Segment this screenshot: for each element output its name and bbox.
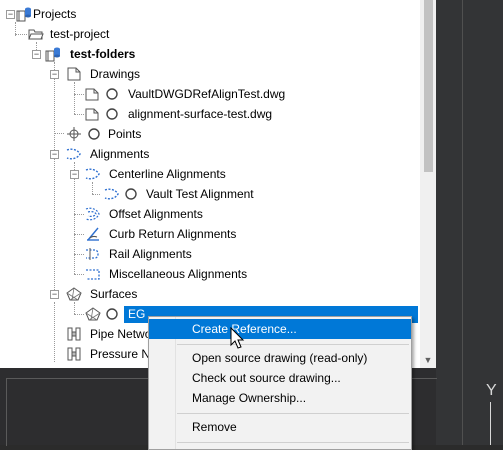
menu-item-remove[interactable]: Remove: [149, 417, 411, 437]
surface-icon: [66, 286, 82, 302]
tree-node-label: Pressure Ne: [90, 347, 157, 361]
tree-node-projects[interactable]: − Projects: [0, 5, 200, 23]
curb-return-icon: [85, 226, 101, 242]
tree-node-points[interactable]: Points: [0, 125, 200, 143]
prospector-tree-panel[interactable]: − Projects test-project − test-folders −…: [0, 0, 436, 368]
rail-alignment-icon: [85, 246, 101, 262]
tree-node-label: Drawings: [90, 67, 141, 81]
menu-separator: [177, 442, 409, 443]
tree-node-vault-test-alignment[interactable]: Vault Test Alignment: [0, 185, 280, 203]
collapse-toggle[interactable]: −: [6, 10, 15, 19]
tree-node-offset-alignments[interactable]: Offset Alignments: [0, 205, 250, 223]
menu-item-label: Remove: [192, 420, 237, 434]
tree-node-label: alignment-surface-test.dwg: [128, 107, 273, 121]
tree-node-alignments[interactable]: − Alignments: [0, 145, 200, 163]
tree-node-label: Pipe Networ: [90, 327, 156, 341]
menu-separator: [177, 413, 409, 414]
drawing-file-icon: [84, 86, 100, 102]
alignment-icon: [104, 186, 120, 202]
status-circle-icon: [104, 86, 120, 102]
tree-node-label: Projects: [33, 7, 77, 21]
surface-icon: [85, 306, 101, 322]
menu-item-label: Check out source drawing...: [192, 371, 341, 385]
tree-node-label: Offset Alignments: [109, 207, 203, 221]
menu-item-manage-ownership[interactable]: Manage Ownership...: [149, 388, 411, 408]
tree-node-label: Surfaces: [90, 287, 138, 301]
menu-item-check-out[interactable]: Check out source drawing...: [149, 368, 411, 388]
tree-node-label: test-folders: [70, 47, 136, 61]
status-circle-icon: [123, 186, 139, 202]
tree-node-rail-alignments[interactable]: Rail Alignments: [0, 245, 250, 263]
offset-alignment-icon: [85, 206, 101, 222]
collapse-toggle[interactable]: −: [32, 50, 41, 59]
menu-item-create-reference[interactable]: Create Reference...: [149, 319, 411, 339]
tree-node-label: Rail Alignments: [109, 247, 192, 261]
tree-node-test-project[interactable]: test-project: [0, 25, 200, 43]
tree-node-label: Vault Test Alignment: [146, 187, 254, 201]
tree-node-label: VaultDWGDRefAlignTest.dwg: [128, 87, 286, 101]
tree-node-misc-alignments[interactable]: Miscellaneous Alignments: [0, 265, 280, 283]
viewport-border: [462, 0, 463, 445]
drawing-file-icon: [84, 106, 100, 122]
tree-node-label: Centerline Alignments: [109, 167, 226, 181]
ucs-y-axis-label: Y: [486, 382, 497, 399]
menu-item-open-source-drawing[interactable]: Open source drawing (read-only): [149, 348, 411, 368]
tree-node-label: Alignments: [90, 147, 150, 161]
open-folder-icon: [28, 26, 44, 42]
context-menu: Create Reference... Open source drawing …: [148, 316, 412, 450]
status-circle-icon: [104, 106, 120, 122]
alignment-icon: [85, 166, 101, 182]
status-circle-icon: [86, 126, 102, 142]
pressure-network-icon: [66, 346, 82, 362]
tree-node-label: Miscellaneous Alignments: [109, 267, 248, 281]
collapse-toggle[interactable]: −: [50, 150, 59, 159]
menu-item-label: Open source drawing (read-only): [192, 351, 368, 365]
tree-node-label: test-project: [50, 27, 110, 41]
alignment-icon: [66, 146, 82, 162]
drawing-folder-icon: [66, 66, 82, 82]
collapse-toggle[interactable]: −: [50, 70, 59, 79]
tree-node-drawings[interactable]: − Drawings: [0, 65, 200, 83]
scroll-down-arrow-icon[interactable]: ▼: [420, 352, 436, 368]
tree-node-surfaces[interactable]: − Surfaces: [0, 285, 200, 303]
ucs-axis-line: [490, 402, 491, 445]
menu-item-label: Manage Ownership...: [192, 391, 307, 405]
tree-node-label: EG: [128, 307, 146, 321]
tree-node-label: Points: [108, 127, 142, 141]
tree-node-centerline-alignments[interactable]: − Centerline Alignments: [0, 165, 250, 183]
drawing-area-right: [436, 0, 503, 445]
project-database-icon: [16, 6, 32, 22]
menu-separator: [177, 344, 409, 345]
tree-node-drawing[interactable]: VaultDWGDRefAlignTest.dwg: [0, 85, 300, 103]
collapse-toggle[interactable]: −: [70, 170, 79, 179]
collapse-toggle[interactable]: −: [50, 290, 59, 299]
tree-node-label: Curb Return Alignments: [109, 227, 237, 241]
project-database-icon: [45, 46, 61, 62]
status-circle-icon: [104, 306, 120, 322]
mouse-pointer-icon: [230, 326, 246, 351]
scrollbar-thumb[interactable]: [424, 0, 433, 172]
misc-alignment-icon: [85, 266, 101, 282]
tree-node-drawing[interactable]: alignment-surface-test.dwg: [0, 105, 300, 123]
point-crosshair-icon: [66, 126, 82, 142]
pipe-network-icon: [66, 326, 82, 342]
tree-node-curb-return-alignments[interactable]: Curb Return Alignments: [0, 225, 270, 243]
tree-node-test-folders[interactable]: − test-folders: [0, 45, 200, 63]
